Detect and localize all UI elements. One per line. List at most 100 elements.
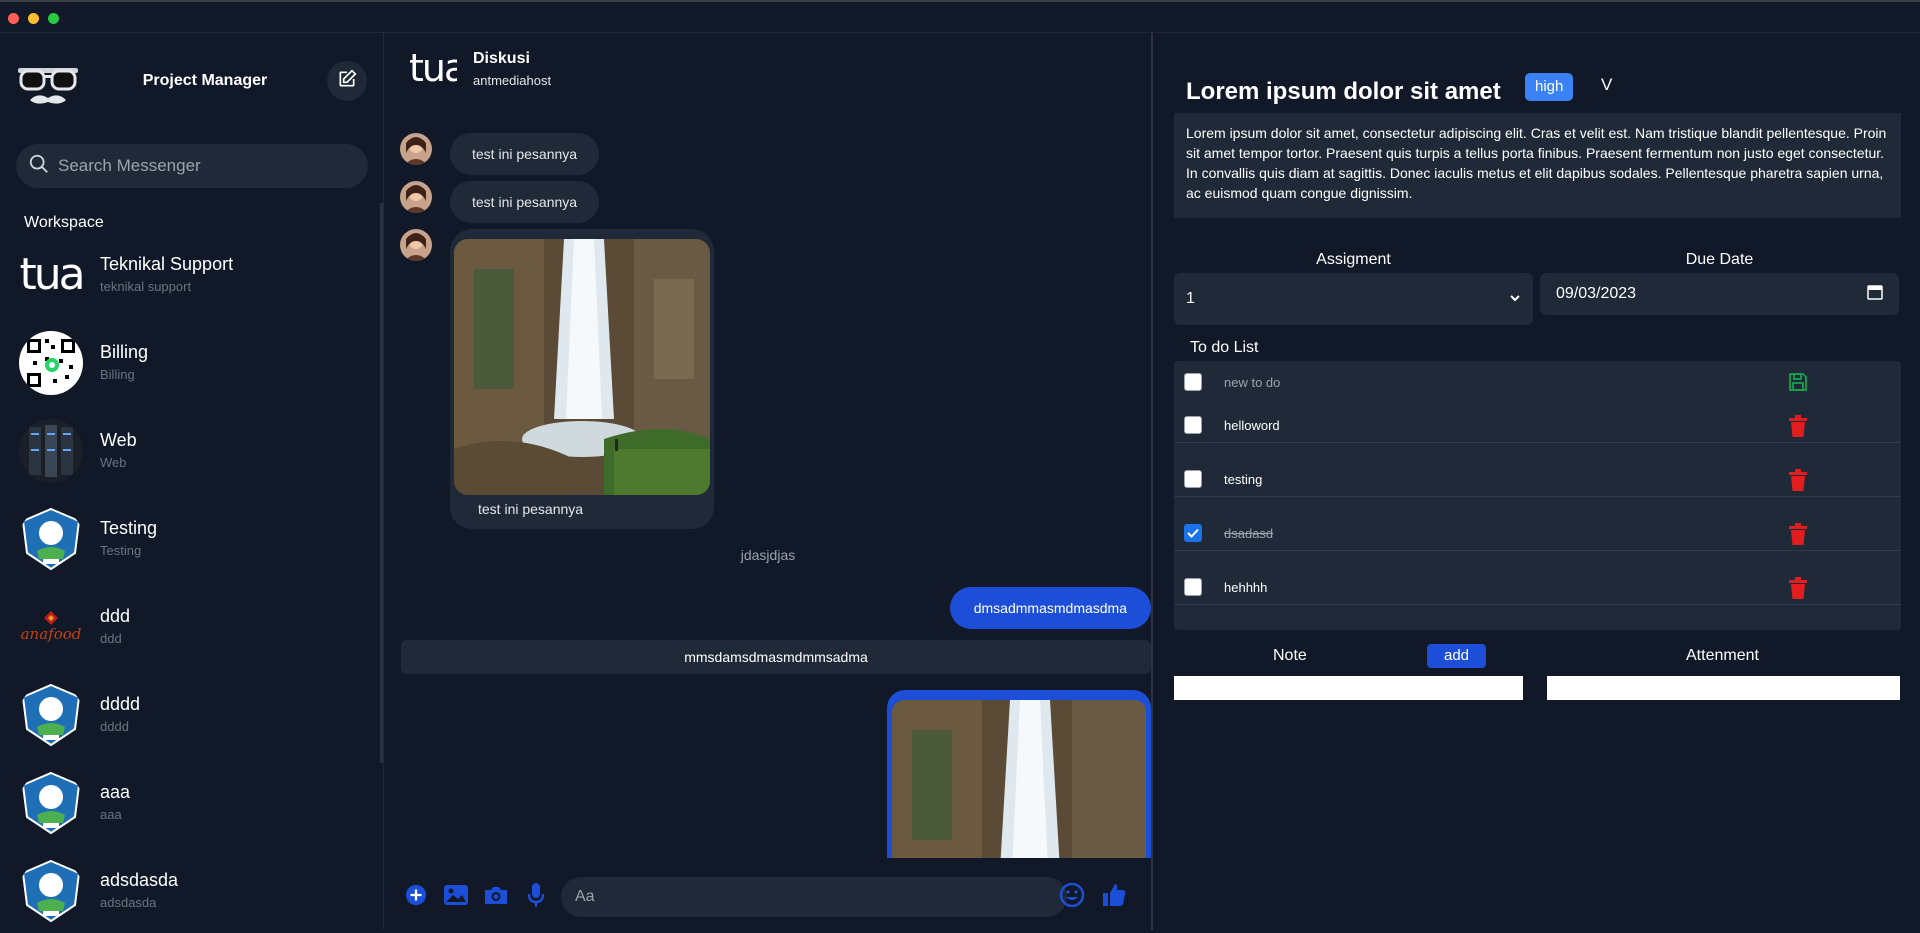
conversation-name: Testing bbox=[100, 518, 158, 538]
camera-button[interactable] bbox=[481, 882, 511, 912]
conversation-subtitle: Web bbox=[100, 455, 127, 470]
todo-item: hehhhh bbox=[1174, 551, 1901, 605]
conversation-item[interactable]: aaa aaa bbox=[0, 761, 384, 845]
close-window-button[interactable] bbox=[8, 13, 19, 24]
conversation-subtitle: Billing bbox=[100, 367, 135, 382]
wide-message[interactable]: mmsdamsdmasmdmmsadma bbox=[401, 640, 1151, 674]
glasses-mustache-logo bbox=[16, 58, 80, 114]
maximize-window-button[interactable] bbox=[48, 13, 59, 24]
incoming-message[interactable]: test ini pesannya bbox=[450, 133, 600, 175]
priority-toggle[interactable]: V bbox=[1601, 75, 1612, 95]
todo-text[interactable]: hehhhh bbox=[1224, 580, 1267, 595]
attachment-input[interactable] bbox=[1547, 676, 1900, 700]
message-composer bbox=[385, 868, 1151, 930]
chat-subtitle: antmediahost bbox=[473, 73, 552, 88]
add-note-button[interactable]: add bbox=[1427, 644, 1486, 668]
emblem-avatar bbox=[19, 859, 83, 923]
conversation-subtitle: aaa bbox=[100, 807, 122, 822]
trash-icon[interactable] bbox=[1786, 522, 1810, 546]
chat-avatar: tua bbox=[409, 48, 457, 88]
server-rack-avatar bbox=[19, 419, 83, 483]
attachment-label: Attenment bbox=[1686, 647, 1759, 664]
compose-button[interactable] bbox=[327, 61, 367, 101]
outgoing-image-message[interactable] bbox=[887, 690, 1151, 858]
todo-item: dsadasd bbox=[1174, 497, 1901, 551]
conversation-subtitle: teknikal support bbox=[100, 279, 192, 294]
conversation-item[interactable]: dddd dddd bbox=[0, 673, 384, 757]
add-attachment-button[interactable] bbox=[401, 882, 431, 912]
task-title: Lorem ipsum dolor sit amet bbox=[1186, 78, 1501, 105]
conversation-item[interactable]: Testing Testing bbox=[0, 497, 384, 581]
tua-logo-avatar: tua bbox=[19, 249, 83, 300]
conversation-subtitle: Testing bbox=[100, 543, 142, 558]
workspace-label: Workspace bbox=[24, 214, 104, 231]
todo-checkbox[interactable] bbox=[1184, 578, 1202, 596]
waterfall-image[interactable] bbox=[454, 239, 710, 495]
incoming-message[interactable]: test ini pesannya bbox=[450, 181, 600, 223]
task-description[interactable]: Lorem ipsum dolor sit amet, consectetur … bbox=[1174, 113, 1901, 218]
todo-text[interactable]: helloword bbox=[1224, 418, 1280, 433]
emoji-icon bbox=[1059, 882, 1085, 913]
calendar-icon[interactable] bbox=[1867, 284, 1883, 305]
sender-avatar bbox=[400, 229, 432, 261]
conversation-subtitle: ddd bbox=[100, 631, 122, 646]
due-date-input[interactable]: 09/03/2023 bbox=[1540, 273, 1899, 315]
minimize-window-button[interactable] bbox=[28, 13, 39, 24]
emoji-button[interactable] bbox=[1057, 882, 1087, 912]
sender-avatar bbox=[400, 133, 432, 165]
qr-code-avatar bbox=[19, 331, 83, 395]
waterfall-image[interactable] bbox=[892, 700, 1146, 858]
due-date-value: 09/03/2023 bbox=[1556, 285, 1637, 302]
conversation-item[interactable]: anafood ddd ddd bbox=[0, 585, 384, 669]
emblem-avatar bbox=[19, 683, 83, 747]
trash-icon[interactable] bbox=[1786, 414, 1810, 438]
todo-text[interactable]: testing bbox=[1224, 472, 1262, 487]
todo-checkbox-checked[interactable] bbox=[1184, 524, 1202, 542]
assignment-select[interactable]: 1 bbox=[1174, 273, 1533, 325]
conversation-subtitle: dddd bbox=[100, 719, 129, 734]
camera-icon bbox=[483, 884, 509, 911]
conversation-name: aaa bbox=[100, 782, 131, 802]
new-todo-input[interactable]: new to do bbox=[1224, 375, 1280, 390]
sender-avatar bbox=[400, 181, 432, 213]
chat-panel: tua Diskusi antmediahost test ini pesann… bbox=[385, 33, 1154, 930]
todo-item: helloword bbox=[1174, 389, 1901, 443]
system-message: jdasjdjas bbox=[740, 547, 796, 563]
note-input[interactable] bbox=[1174, 676, 1523, 700]
assignment-label: Assigment bbox=[1316, 251, 1391, 268]
todo-checkbox[interactable] bbox=[1184, 470, 1202, 488]
chevron-down-icon bbox=[1509, 290, 1521, 308]
search-icon bbox=[28, 153, 50, 180]
conversation-item[interactable]: tua Teknikal Support teknikal support bbox=[0, 233, 384, 317]
todo-checkbox[interactable] bbox=[1184, 416, 1202, 434]
conversation-item[interactable]: adsdasda adsdasda bbox=[0, 849, 384, 933]
outgoing-message[interactable]: dmsadmmasmdmasdma bbox=[949, 587, 1151, 629]
search-bar bbox=[16, 144, 368, 188]
conversation-item[interactable]: Web Web bbox=[0, 409, 384, 493]
sidebar: Project Manager Workspace tua Teknikal S… bbox=[0, 33, 384, 930]
send-image-button[interactable] bbox=[441, 882, 471, 912]
emblem-avatar bbox=[19, 507, 83, 571]
message-input[interactable] bbox=[575, 888, 1035, 906]
trash-icon[interactable] bbox=[1786, 468, 1810, 492]
search-input[interactable] bbox=[58, 156, 358, 176]
conversation-name: adsdasda bbox=[100, 870, 179, 890]
conversation-name: Teknikal Support bbox=[100, 254, 234, 274]
todo-text-done[interactable]: dsadasd bbox=[1224, 526, 1273, 541]
conversation-item[interactable]: Billing Billing bbox=[0, 321, 384, 405]
conversation-name: dddd bbox=[100, 694, 141, 714]
window-titlebar bbox=[0, 0, 1920, 33]
chat-title: Diskusi bbox=[473, 50, 530, 67]
conversation-subtitle: adsdasda bbox=[100, 895, 157, 910]
trash-icon[interactable] bbox=[1786, 576, 1810, 600]
like-button[interactable] bbox=[1099, 882, 1129, 912]
chat-header: tua Diskusi antmediahost bbox=[385, 33, 1151, 103]
app-title: Project Manager bbox=[142, 72, 268, 89]
conversation-name: Web bbox=[100, 430, 137, 450]
voice-message-button[interactable] bbox=[521, 882, 551, 912]
emblem-avatar bbox=[19, 771, 83, 835]
todo-item: testing bbox=[1174, 443, 1901, 497]
priority-badge[interactable]: high bbox=[1525, 73, 1574, 101]
conversation-name: Billing bbox=[100, 342, 149, 362]
incoming-image-message[interactable]: test ini pesannya bbox=[450, 229, 714, 529]
